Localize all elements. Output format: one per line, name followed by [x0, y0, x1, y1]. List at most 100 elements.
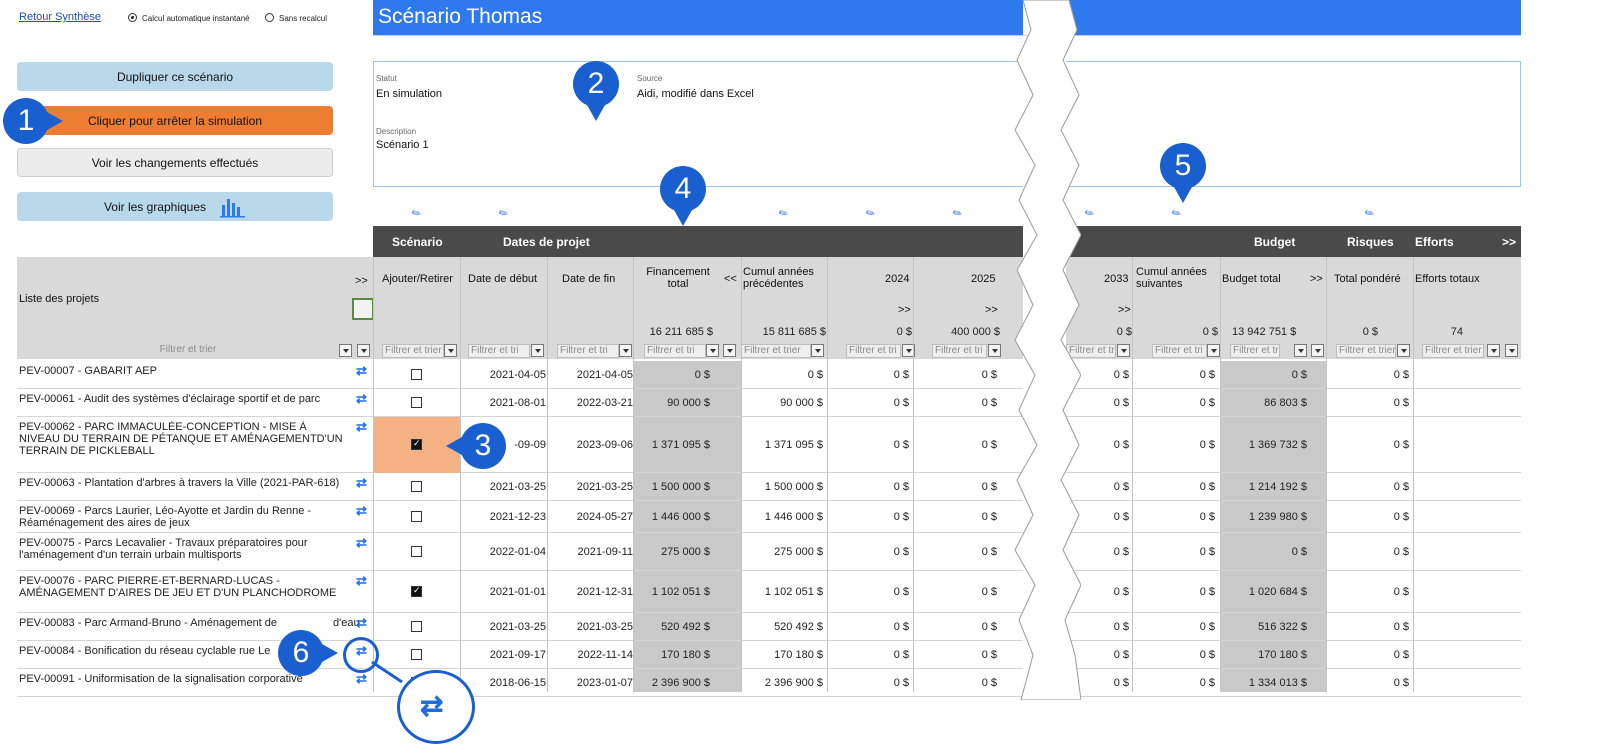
end-date[interactable]: 2023-01-07 — [547, 677, 633, 689]
pen-icon[interactable]: ✎ — [496, 206, 511, 221]
dropdown-arrow-icon[interactable] — [1294, 344, 1307, 357]
expand-2024[interactable]: >> — [898, 304, 911, 316]
start-date[interactable]: 2021-03-25 — [460, 621, 546, 633]
filter-risk[interactable]: Filtrer et trier — [1336, 344, 1396, 358]
dropdown-arrow-icon[interactable] — [531, 344, 544, 357]
filter-2024[interactable]: Filtrer et tri — [846, 344, 901, 358]
end-date[interactable]: 2021-04-05 — [547, 369, 633, 381]
pen-icon[interactable]: ✎ — [1169, 206, 1184, 221]
dropdown-arrow-icon[interactable] — [706, 344, 719, 357]
section-scenario: Scénario — [392, 235, 443, 249]
start-date[interactable]: 2021-01-01 — [460, 586, 546, 598]
swap-icon[interactable]: ⇄ — [356, 615, 367, 631]
add-remove-checkbox[interactable] — [411, 649, 422, 660]
header-next: Cumul années suivantes — [1136, 266, 1207, 290]
pen-icon[interactable]: ✎ — [1082, 206, 1097, 221]
dropdown-arrow-icon[interactable] — [619, 344, 632, 357]
radio-none[interactable]: Sans recalcul — [265, 12, 327, 24]
pen-icon[interactable]: ✎ — [950, 206, 965, 221]
pen-icon[interactable]: ✎ — [863, 206, 878, 221]
start-date[interactable]: 2021-03-25 — [460, 481, 546, 493]
dropdown-arrow-icon[interactable] — [1117, 344, 1130, 357]
filter-add-remove[interactable]: Filtrer et trier — [382, 344, 444, 358]
end-date[interactable]: 2024-05-27 — [547, 511, 633, 523]
dropdown-arrow-icon[interactable] — [444, 344, 457, 357]
add-remove-checkbox[interactable] — [411, 621, 422, 632]
description-value[interactable]: Scénario 1 — [376, 139, 429, 151]
end-date[interactable]: 2021-12-31 — [547, 586, 633, 598]
cell-prev: 2 396 900 $ — [764, 677, 823, 689]
radio-auto-label: Calcul automatique instantané — [142, 14, 250, 23]
filter-budget[interactable]: Filtrer et tri — [1230, 344, 1280, 358]
dropdown-arrow-icon[interactable] — [357, 344, 370, 357]
start-date[interactable]: 2021-09-17 — [460, 649, 546, 661]
expand-2033[interactable]: >> — [1118, 304, 1131, 316]
status-value: En simulation — [376, 88, 443, 100]
expand-2025[interactable]: >> — [985, 304, 998, 316]
end-date[interactable]: 2022-03-21 — [547, 397, 633, 409]
budget-expand[interactable]: >> — [1310, 273, 1323, 285]
end-date[interactable]: 2021-03-25 — [547, 621, 633, 633]
section-expand[interactable]: >> — [1502, 235, 1516, 249]
add-remove-checkbox[interactable] — [411, 511, 422, 522]
add-remove-checkbox[interactable] — [411, 481, 422, 492]
filter-next[interactable]: Filtrer et tri — [1152, 344, 1207, 358]
filter-effort[interactable]: Filtrer et trier — [1422, 344, 1484, 358]
swap-icon[interactable]: ⇄ — [356, 503, 367, 519]
dropdown-arrow-icon[interactable] — [339, 344, 352, 357]
swap-icon[interactable]: ⇄ — [356, 573, 367, 589]
funding-collapse[interactable]: << — [724, 273, 737, 285]
swap-icon[interactable]: ⇄ — [356, 419, 367, 435]
dropdown-arrow-icon[interactable] — [1487, 344, 1500, 357]
cell-prev: 1 446 000 $ — [764, 511, 823, 523]
view-charts-button[interactable]: Voir les graphiques — [17, 192, 333, 221]
cell-budget: 86 803 $ — [1264, 397, 1307, 409]
pen-icon[interactable]: ✎ — [409, 206, 424, 221]
add-remove-checkbox[interactable] — [411, 438, 422, 450]
swap-icon[interactable]: ⇄ — [356, 363, 367, 379]
start-date[interactable]: 2021-08-01 — [460, 397, 546, 409]
start-date[interactable]: 2021-04-05 — [460, 369, 546, 381]
section-bar-right: Budget Risques Efforts >> — [1066, 226, 1521, 257]
dropdown-arrow-icon[interactable] — [1311, 344, 1324, 357]
dropdown-arrow-icon[interactable] — [723, 344, 736, 357]
filter-prev[interactable]: Filtrer et trier — [741, 344, 811, 358]
dropdown-arrow-icon[interactable] — [1207, 344, 1220, 357]
column-divider — [741, 257, 742, 692]
end-date[interactable]: 2022-11-14 — [547, 649, 633, 661]
add-remove-checkbox[interactable] — [411, 546, 422, 557]
duplicate-scenario-button[interactable]: Dupliquer ce scénario — [17, 62, 333, 91]
add-remove-checkbox[interactable] — [411, 369, 422, 380]
source-value[interactable]: Aidi, modifié dans Excel — [637, 88, 754, 100]
start-date[interactable]: 2022-01-04 — [460, 546, 546, 558]
end-date[interactable]: 2021-09-11 — [547, 546, 633, 558]
end-date[interactable]: 2021-03-25 — [547, 481, 633, 493]
start-date[interactable]: 2021-12-23 — [460, 511, 546, 523]
filter-projects[interactable]: Filtrer et trier — [17, 344, 357, 358]
dropdown-arrow-icon[interactable] — [1397, 344, 1410, 357]
start-date[interactable]: 2018-06-15 — [460, 677, 546, 689]
filter-2025[interactable]: Filtrer et tri — [932, 344, 987, 358]
select-all-box[interactable] — [352, 298, 374, 320]
stop-simulation-button[interactable]: Cliquer pour arrêter la simulation — [17, 106, 333, 135]
filter-start[interactable]: Filtrer et tri — [468, 344, 530, 358]
filter-funding[interactable]: Filtrer et tri — [644, 344, 706, 358]
add-remove-checkbox[interactable] — [411, 585, 422, 597]
back-link[interactable]: Retour Synthèse — [19, 11, 101, 23]
view-changes-button[interactable]: Voir les changements effectués — [17, 148, 333, 177]
pen-icon[interactable]: ✎ — [1362, 206, 1377, 221]
swap-icon[interactable]: ⇄ — [356, 671, 367, 687]
end-date[interactable]: 2023-09-06 — [547, 439, 633, 451]
dropdown-arrow-icon[interactable] — [1505, 344, 1518, 357]
radio-auto[interactable]: Calcul automatique instantané — [128, 12, 250, 24]
swap-icon[interactable]: ⇄ — [356, 535, 367, 551]
pen-icon[interactable]: ✎ — [776, 206, 791, 221]
cell-y2025: 0 $ — [981, 439, 997, 451]
dropdown-arrow-icon[interactable] — [988, 344, 1001, 357]
filter-end[interactable]: Filtrer et tri — [557, 344, 619, 358]
swap-icon[interactable]: ⇄ — [356, 391, 367, 407]
add-remove-checkbox[interactable] — [411, 397, 422, 408]
projects-expand[interactable]: >> — [355, 275, 368, 287]
swap-icon[interactable]: ⇄ — [356, 475, 367, 491]
dropdown-arrow-icon[interactable] — [811, 344, 824, 357]
